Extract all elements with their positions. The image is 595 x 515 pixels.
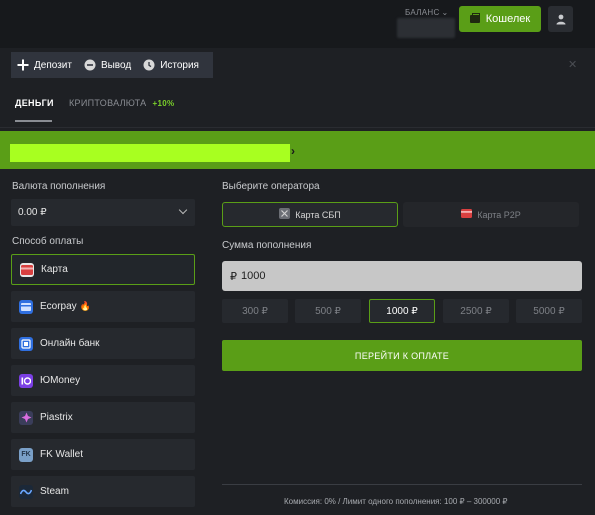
amount-preset-300[interactable]: 300 ₽ [222,299,288,323]
tab-withdraw-label: Вывод [100,59,132,71]
wallet-button[interactable]: Кошелек [459,6,541,32]
promo-banner[interactable]: › [0,131,595,169]
top-bar: БАЛАНС ⌄ Кошелек [0,0,595,48]
currency-value: 0.00 ₽ [18,207,47,218]
payment-method-piastrix[interactable]: Piastrix [11,402,195,433]
p2p-card-icon [461,209,473,220]
tab-crypto-label: КРИПТОВАЛЮТА [69,98,147,108]
tab-withdraw[interactable]: Вывод [78,52,137,78]
payment-method-label: FK Wallet [40,449,83,460]
fire-icon: 🔥 [79,301,91,311]
amount-preset-500[interactable]: 500 ₽ [295,299,361,323]
payment-method-label: Карта [41,264,68,275]
fk-wallet-icon: FK [19,447,33,462]
divider [0,127,595,128]
tab-deposit-label: Депозит [34,59,72,71]
payment-method-yoomoney[interactable]: ЮMoney [11,365,195,396]
chevron-down-icon: ⌄ [441,8,449,17]
balance-dropdown[interactable]: БАЛАНС ⌄ [405,8,449,17]
yoomoney-icon [19,373,33,388]
crypto-bonus-badge: +10% [152,99,175,108]
amount-preset-5000[interactable]: 5000 ₽ [516,299,582,323]
tab-money[interactable]: ДЕНЬГИ [15,98,53,122]
divider [222,484,582,485]
payment-method-card[interactable]: Карта [11,254,195,285]
card-icon [20,262,34,277]
amount-currency-symbol: ₽ [230,270,237,283]
user-icon [556,14,565,24]
payment-method-online-bank[interactable]: Онлайн банк [11,328,195,359]
amount-preset-1000[interactable]: 1000 ₽ [369,299,435,323]
plus-icon [17,59,29,71]
wallet-icon [469,13,480,23]
payment-method-ecorpay[interactable]: Ecorpay 🔥 [11,291,195,322]
ecorpay-icon [19,299,33,314]
operator-p2p-label: Карта P2P [477,209,521,220]
amount-value: 1000 [241,270,266,282]
payment-method-label: Онлайн банк [40,338,100,349]
deposit-modal-tabs: Депозит Вывод История [11,52,213,78]
piastrix-icon [19,410,33,425]
chevron-right-icon: › [291,144,295,158]
close-icon[interactable]: ✕ [568,58,577,71]
operator-sbp-button[interactable]: Карта СБП [222,202,398,227]
payment-method-label: ЮMoney [40,375,81,386]
balance-label: БАЛАНС [405,8,440,17]
payment-method-fk-wallet[interactable]: FK FK Wallet [11,439,195,470]
sbp-icon [279,208,291,221]
wallet-button-label: Кошелек [485,13,531,25]
payment-method-steam[interactable]: Steam [11,476,195,507]
operator-sbp-label: Карта СБП [295,209,341,220]
promo-banner-redacted-text [10,144,290,162]
balance-value-redacted [397,18,455,38]
proceed-to-payment-button[interactable]: ПЕРЕЙТИ К ОПЛАТЕ [222,340,582,371]
payment-method-label: Piastrix [40,412,73,423]
currency-select[interactable]: 0.00 ₽ [11,199,195,226]
payment-method-label: Ecorpay [40,301,77,312]
tab-crypto[interactable]: КРИПТОВАЛЮТА +10% [69,98,174,108]
payment-method-label: Steam [40,486,69,497]
payment-method-label: Способ оплаты [12,236,84,247]
amount-preset-2500[interactable]: 2500 ₽ [443,299,509,323]
clock-icon [143,59,155,71]
amount-label: Сумма пополнения [222,240,312,251]
tab-history[interactable]: История [137,52,205,78]
operator-label: Выберите оператора [222,181,320,192]
currency-label: Валюта пополнения [12,181,106,192]
operator-p2p-button[interactable]: Карта P2P [403,202,579,227]
commission-limit-note: Комиссия: 0% / Лимит одного пополнения: … [284,497,508,506]
steam-icon [19,484,33,499]
tab-history-label: История [160,59,199,71]
tab-deposit[interactable]: Депозит [11,52,78,78]
currency-type-tabs: ДЕНЬГИ КРИПТОВАЛЮТА +10% [15,98,174,122]
bank-icon [19,336,33,351]
minus-circle-icon [84,59,96,71]
amount-input[interactable]: ₽ 1000 [222,261,582,291]
chevron-down-icon [178,205,188,215]
user-menu-button[interactable] [548,6,573,32]
